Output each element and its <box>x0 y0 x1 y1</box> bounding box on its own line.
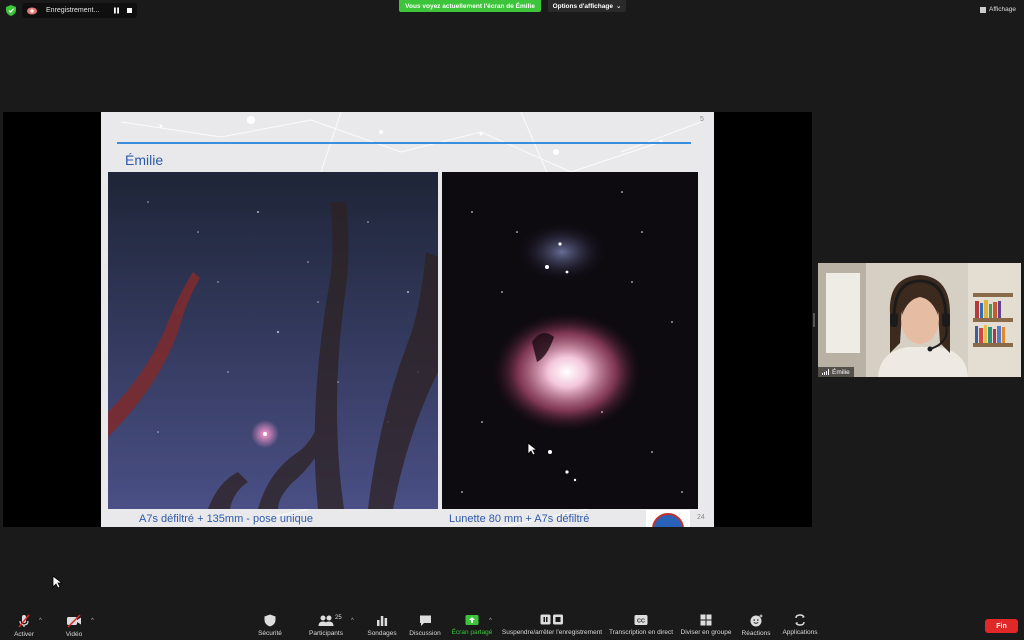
participants-count: 25 <box>335 615 342 621</box>
club-logo-icon <box>646 510 690 527</box>
pause-stop-recording-label: Suspendre/arrêter l'enregistrement <box>501 629 603 636</box>
encryption-shield-icon[interactable] <box>6 5 16 16</box>
share-screen-button[interactable]: Écran partagé <box>452 608 492 640</box>
security-button[interactable]: Sécurité <box>255 608 285 640</box>
apps-button[interactable]: Applications <box>780 608 820 640</box>
video-label: Vidéo <box>65 631 83 638</box>
stop-recording-icon[interactable] <box>126 7 133 14</box>
mouse-cursor-icon <box>527 442 537 456</box>
slide-corner-number: 5 <box>700 116 704 123</box>
caption-right: Lunette 80 mm + A7s défiltré <box>449 513 590 525</box>
video-button[interactable]: Vidéo <box>62 608 86 640</box>
slide-page-number: 24 <box>697 514 705 521</box>
microphone-muted-icon <box>18 614 30 628</box>
caption-left: A7s défiltré + 135mm - pose unique <box>139 513 313 525</box>
audio-options-caret[interactable]: ^ <box>39 618 42 624</box>
chat-bubble-icon <box>419 615 431 626</box>
reactions-label: Réactions <box>741 630 771 637</box>
layout-view-button[interactable]: Affichage <box>980 6 1016 13</box>
pause-recording-icon[interactable] <box>113 7 120 14</box>
live-transcript-button[interactable]: CC Transcription en direct <box>608 608 674 640</box>
reactions-button[interactable]: Réactions <box>740 608 772 640</box>
participant-video-feed <box>818 263 1021 377</box>
poll-chart-icon <box>377 616 388 626</box>
view-options-label: Options d'affichage <box>552 2 613 10</box>
chat-button[interactable]: Discussion <box>408 608 442 640</box>
shared-screen[interactable]: 5 Émilie A7s défiltré + 135mm - pose uni… <box>3 112 812 527</box>
pause-stop-recording-icon <box>540 614 563 625</box>
unmute-button[interactable]: Activer <box>11 608 37 640</box>
photo-orion-nebula-telescope <box>442 172 698 509</box>
breakout-rooms-icon <box>700 614 712 626</box>
share-options-caret[interactable]: ^ <box>489 618 492 624</box>
participants-options-caret[interactable]: ^ <box>351 618 354 624</box>
recording-label: Enregistrement... <box>46 7 100 14</box>
participants-button[interactable]: Participants <box>306 608 346 640</box>
apps-icon <box>795 614 805 626</box>
slide-title-rule <box>117 142 691 144</box>
chevron-down-icon: ⌄ <box>615 3 622 10</box>
closed-caption-icon: CC <box>634 615 648 625</box>
apps-label: Applications <box>782 629 818 636</box>
view-options-button[interactable]: Options d'affichage ⌄ <box>548 0 626 12</box>
polls-label: Sondages <box>367 630 397 637</box>
video-off-icon <box>67 614 81 628</box>
signal-strength-icon <box>822 369 829 375</box>
emoji-reaction-icon <box>750 614 762 627</box>
participant-name-tag: Émilie <box>818 367 854 377</box>
photo-wide-field-orion <box>108 172 438 509</box>
panel-drag-handle[interactable] <box>812 313 816 327</box>
breakout-rooms-label: Diviser en groupe <box>680 629 732 636</box>
participants-label: Participants <box>309 630 343 637</box>
screen-share-banner: Vous voyez actuellement l'écran de Émili… <box>399 0 541 12</box>
polls-button[interactable]: Sondages <box>366 608 398 640</box>
slide-title: Émilie <box>125 152 164 168</box>
cloud-recording-icon <box>27 7 37 15</box>
live-transcript-label: Transcription en direct <box>608 629 674 636</box>
zoom-meeting-window: Enregistrement... Vous voyez actuellemen… <box>0 0 1024 640</box>
security-label: Sécurité <box>258 630 282 637</box>
end-meeting-button[interactable]: Fin <box>985 619 1018 633</box>
participants-icon <box>318 615 334 626</box>
participant-video-tile[interactable]: Émilie <box>818 263 1021 377</box>
recording-indicator: Enregistrement... <box>22 3 137 18</box>
pause-stop-recording-button[interactable]: Suspendre/arrêter l'enregistrement <box>502 608 602 640</box>
meeting-toolbar: Activer ^ Vidéo ^ Sécurité Participants … <box>0 608 1024 640</box>
breakout-rooms-button[interactable]: Diviser en groupe <box>680 608 732 640</box>
share-screen-label: Écran partagé <box>451 629 493 636</box>
participant-name: Émilie <box>832 368 850 376</box>
share-screen-icon <box>465 615 479 625</box>
unmute-label: Activer <box>14 631 34 638</box>
chat-label: Discussion <box>409 630 441 637</box>
video-options-caret[interactable]: ^ <box>91 618 94 624</box>
svg-text:CC: CC <box>637 619 645 625</box>
shield-icon <box>264 614 276 627</box>
presentation-slide: 5 Émilie A7s défiltré + 135mm - pose uni… <box>101 112 714 527</box>
mouse-cursor-icon <box>52 575 62 589</box>
layout-view-label: Affichage <box>989 6 1016 13</box>
grid-view-icon <box>980 6 987 13</box>
